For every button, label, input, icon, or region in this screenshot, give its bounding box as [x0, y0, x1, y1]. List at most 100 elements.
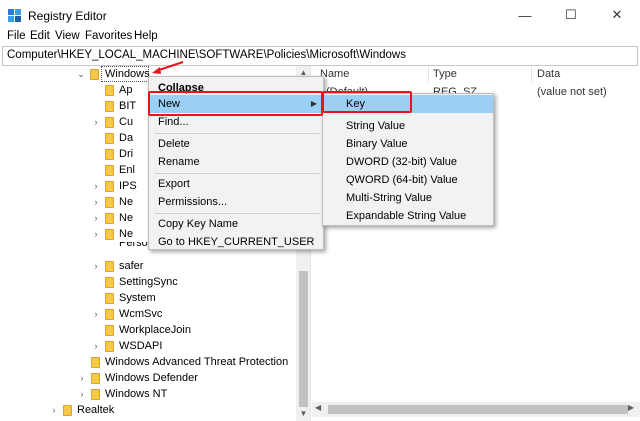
tree-item-label: Ne: [119, 212, 134, 224]
chevron-right-icon[interactable]: ›: [91, 306, 101, 322]
tree-item-wcmsvc[interactable]: › WcmSvc: [0, 306, 296, 322]
chevron-right-icon[interactable]: ›: [77, 370, 87, 386]
menu-file[interactable]: File: [7, 30, 26, 42]
menu-item-export[interactable]: Export: [149, 175, 323, 193]
column-divider[interactable]: [531, 66, 532, 82]
maximize-button[interactable]: ☐: [548, 0, 594, 30]
menu-item-delete[interactable]: Delete: [149, 135, 323, 153]
submenu-item-qword-value[interactable]: QWORD (64-bit) Value: [323, 171, 493, 189]
annotation-box-new: [148, 91, 323, 116]
menu-view[interactable]: View: [55, 30, 80, 42]
tree-item-label: WcmSvc: [119, 308, 163, 320]
tree-item-label: safer: [119, 260, 144, 272]
folder-icon: [105, 133, 114, 144]
horizontal-scrollbar[interactable]: ◀ ▶: [312, 402, 640, 417]
tree-item-wsdapi[interactable]: › WSDAPI: [0, 338, 296, 354]
close-button[interactable]: ✕: [594, 0, 640, 30]
tree-item-settingsync[interactable]: SettingSync: [0, 274, 296, 290]
tree-item-label: WorkplaceJoin: [119, 324, 191, 336]
folder-icon: [105, 277, 114, 288]
folder-icon: [105, 197, 114, 208]
red-arrow-icon: [152, 61, 184, 74]
folder-icon: [105, 229, 114, 240]
chevron-right-icon[interactable]: ›: [91, 178, 101, 194]
tree-item-label: Enl: [119, 164, 135, 176]
folder-icon: [105, 293, 114, 304]
folder-icon: [105, 213, 114, 224]
submenu-item-dword-value[interactable]: DWORD (32-bit) Value: [323, 153, 493, 171]
column-header-name[interactable]: Name: [320, 68, 349, 80]
chevron-right-icon[interactable]: ›: [91, 226, 101, 242]
chevron-down-icon[interactable]: ⌄: [76, 66, 86, 82]
chevron-right-icon[interactable]: ›: [91, 210, 101, 226]
address-bar[interactable]: Computer\HKEY_LOCAL_MACHINE\SOFTWARE\Pol…: [2, 46, 638, 66]
tree-item-label: Da: [119, 132, 134, 144]
chevron-right-icon[interactable]: ›: [91, 258, 101, 274]
tree-item-label: Ne: [119, 196, 134, 208]
chevron-right-icon[interactable]: ›: [91, 338, 101, 354]
tree-item-label: System: [119, 292, 156, 304]
tree-item-windows-atp[interactable]: Windows Advanced Threat Protection: [0, 354, 296, 370]
menu-bar: File Edit View Favorites Help: [0, 30, 640, 46]
menu-help[interactable]: Help: [134, 30, 158, 42]
registry-editor-icon: [8, 9, 21, 22]
folder-icon: [105, 165, 114, 176]
tree-item-label: Windows: [105, 68, 150, 80]
folder-icon: [91, 389, 100, 400]
folder-icon: [91, 357, 100, 368]
menu-item-goto-hkcu[interactable]: Go to HKEY_CURRENT_USER: [149, 233, 323, 251]
tree-item-label: Dri: [119, 148, 134, 160]
column-header-type[interactable]: Type: [433, 68, 457, 80]
folder-icon: [105, 85, 114, 96]
tree-item-safer[interactable]: › safer: [0, 258, 296, 274]
tree-item-label: Realtek: [77, 404, 115, 416]
scroll-down-arrow-icon[interactable]: ▼: [296, 407, 310, 421]
column-header-data[interactable]: Data: [537, 68, 560, 80]
tree-item-realtek[interactable]: › Realtek: [0, 402, 296, 418]
submenu-item-string-value[interactable]: String Value: [323, 117, 493, 135]
menu-item-permissions[interactable]: Permissions...: [149, 193, 323, 211]
scroll-left-arrow-icon[interactable]: ◀: [315, 403, 321, 412]
scrollbar-thumb[interactable]: [299, 271, 308, 407]
submenu-item-expandable-string-value[interactable]: Expandable String Value: [323, 207, 493, 225]
tree-item-label: WSDAPI: [119, 340, 163, 352]
folder-icon: [105, 261, 114, 272]
tree-item-windows-defender[interactable]: › Windows Defender: [0, 370, 296, 386]
annotation-box-key: [322, 91, 412, 113]
menu-separator: [155, 173, 319, 174]
folder-icon: [105, 149, 114, 160]
tree-item-label: IPS: [119, 180, 137, 192]
menu-item-copy-key-name[interactable]: Copy Key Name: [149, 215, 323, 233]
tree-item-label: Cu: [119, 116, 134, 128]
tree-item-label: BIT: [119, 100, 137, 112]
tree-item-workplacejoin[interactable]: WorkplaceJoin: [0, 322, 296, 338]
chevron-right-icon[interactable]: ›: [91, 194, 101, 210]
submenu-item-multi-string-value[interactable]: Multi-String Value: [323, 189, 493, 207]
folder-icon: [90, 69, 99, 80]
folder-icon: [63, 405, 72, 416]
value-data: (value not set): [537, 86, 607, 98]
folder-icon: [91, 373, 100, 384]
folder-icon: [105, 117, 114, 128]
tree-item-label: SettingSync: [119, 276, 178, 288]
tree-item-system[interactable]: System: [0, 290, 296, 306]
submenu-item-binary-value[interactable]: Binary Value: [323, 135, 493, 153]
scrollbar-thumb[interactable]: [328, 405, 628, 414]
chevron-right-icon[interactable]: ›: [77, 386, 87, 402]
tree-item-label: Windows Advanced Threat Protection: [105, 356, 289, 368]
menu-separator: [155, 213, 319, 214]
folder-icon: [105, 309, 114, 320]
chevron-right-icon[interactable]: ›: [91, 114, 101, 130]
tree-item-label: Ap: [119, 84, 133, 96]
menu-separator: [155, 133, 319, 134]
folder-icon: [105, 341, 114, 352]
chevron-right-icon[interactable]: ›: [49, 402, 59, 418]
menu-favorites[interactable]: Favorites: [85, 30, 132, 42]
folder-icon: [105, 325, 114, 336]
menu-item-rename[interactable]: Rename: [149, 153, 323, 171]
scroll-right-arrow-icon[interactable]: ▶: [628, 403, 634, 412]
tree-item-windows-nt[interactable]: › Windows NT: [0, 386, 296, 402]
menu-edit[interactable]: Edit: [30, 30, 50, 42]
column-divider[interactable]: [428, 66, 429, 82]
minimize-button[interactable]: —: [502, 0, 548, 30]
